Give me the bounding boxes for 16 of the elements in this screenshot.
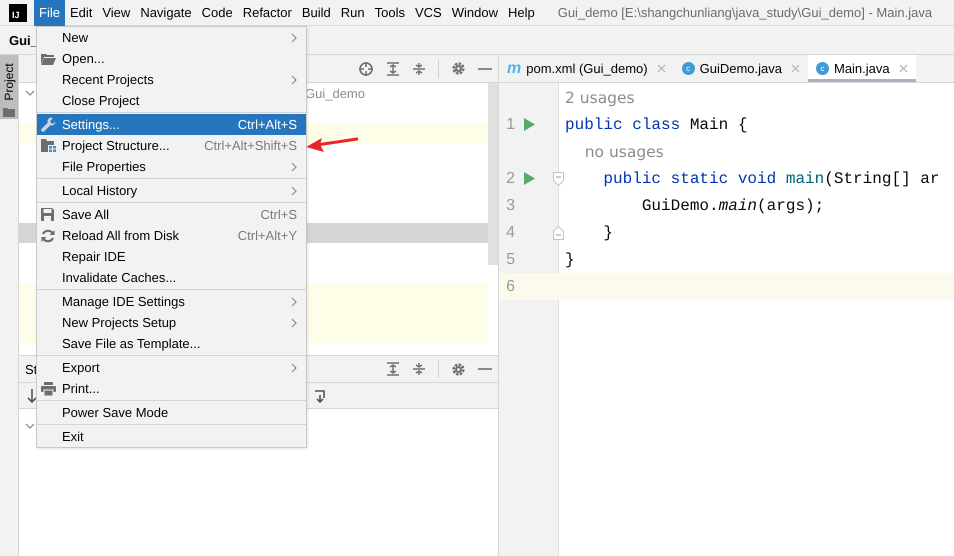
code-line: public static void main(String[] ar	[602, 170, 940, 188]
line-number: 1	[505, 116, 515, 134]
line-number: 2	[505, 170, 515, 188]
code-line: }	[602, 224, 614, 242]
code-line: public class Main {	[565, 116, 748, 134]
class-icon: c	[682, 62, 695, 75]
maven-icon: m	[507, 60, 522, 76]
line-number: 4	[505, 224, 515, 242]
class-icon: c	[816, 62, 829, 75]
code-line: GuiDemo.main(args);	[640, 196, 824, 214]
tree-label: Gui_demo	[305, 86, 365, 100]
window-title: Gui_demo [E:\shangchunliang\java_study\Gui_demo] - Main.java	[558, 5, 932, 20]
line-number: 6	[505, 278, 515, 296]
line-number: 3	[505, 196, 515, 214]
code-line: }	[565, 250, 575, 268]
line-number: 5	[505, 250, 515, 268]
